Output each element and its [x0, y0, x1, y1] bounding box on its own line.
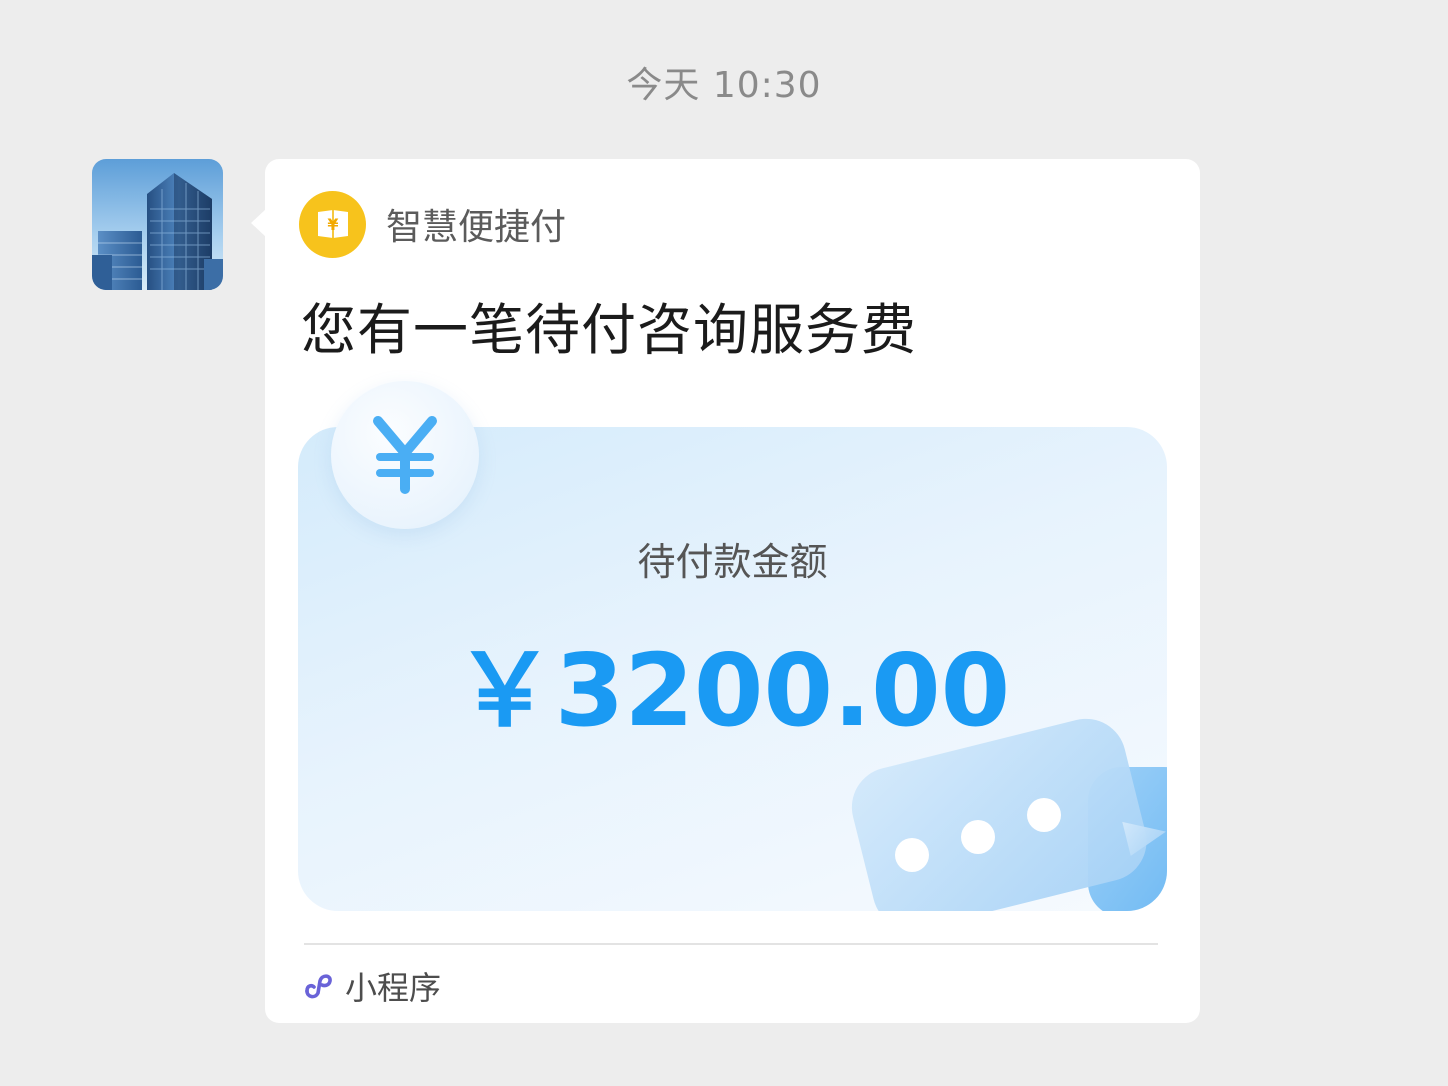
app-header[interactable]: ¥ 智慧便捷付: [299, 190, 566, 258]
card-divider: [304, 943, 1158, 945]
bubble-tail: [251, 209, 266, 237]
mini-program-footer[interactable]: 小程序: [301, 963, 441, 1009]
yen-icon: [373, 416, 437, 494]
mini-program-icon: [305, 974, 332, 999]
building-icon: [92, 159, 223, 290]
svg-text:¥: ¥: [327, 215, 338, 234]
app-name: 智慧便捷付: [386, 207, 567, 248]
payment-card[interactable]: ¥ 智慧便捷付 您有一笔待付咨询服务费 待付款金额 ￥3200.00 小程序: [265, 159, 1200, 1023]
yen-wallet-icon: ¥: [299, 190, 366, 258]
amount-label: 待付款金额: [637, 540, 828, 584]
card-title: 您有一笔待付咨询服务费: [301, 298, 918, 362]
yen-badge: [331, 381, 479, 529]
footer-label: 小程序: [345, 969, 442, 1007]
sender-avatar[interactable]: [92, 159, 223, 290]
amount-value: ￥3200.00: [454, 632, 1011, 749]
chat-timestamp: 今天 10:30: [626, 65, 822, 106]
